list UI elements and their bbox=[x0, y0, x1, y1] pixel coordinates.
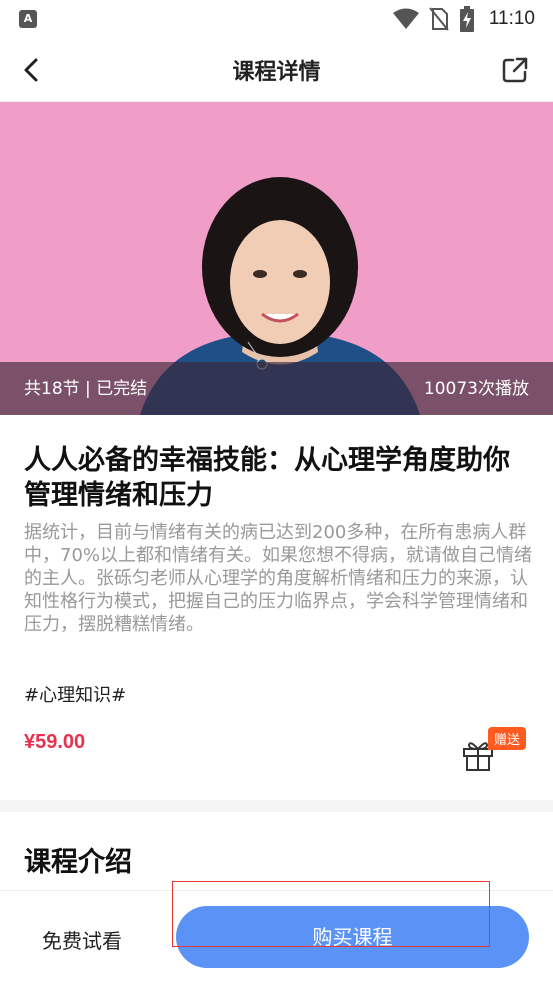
app-notification-icon: A bbox=[19, 10, 37, 28]
course-intro-heading: 课程介绍 bbox=[24, 847, 132, 878]
gift-badge[interactable]: 赠送 bbox=[488, 727, 527, 750]
course-info-section: 人人必备的幸福技能：从心理学角度助你管理情绪和压力 据统计，目前与情绪有关的病已… bbox=[0, 415, 553, 800]
lesson-count-status: 共18节 | 已完结 bbox=[24, 379, 148, 399]
battery-charging-icon bbox=[459, 6, 474, 32]
course-price: ¥59.00 bbox=[24, 731, 86, 753]
wifi-icon bbox=[392, 8, 419, 29]
share-icon[interactable] bbox=[501, 56, 529, 84]
status-icons: 11:10 bbox=[392, 6, 535, 32]
play-count: 10073次播放 bbox=[423, 379, 529, 399]
no-sim-icon bbox=[429, 7, 449, 31]
bottom-action-bar: 免费试看 购买课程 bbox=[0, 890, 553, 983]
course-tag[interactable]: #心理知识# bbox=[24, 681, 126, 707]
buy-course-button[interactable]: 购买课程 bbox=[176, 906, 529, 968]
section-divider bbox=[0, 800, 553, 812]
clock-time: 11:10 bbox=[488, 8, 535, 29]
status-bar: A 11:10 bbox=[0, 0, 553, 38]
course-title: 人人必备的幸福技能：从心理学角度助你管理情绪和压力 bbox=[24, 445, 510, 511]
free-trial-button[interactable]: 免费试看 bbox=[42, 925, 122, 954]
navigation-bar: 课程详情 bbox=[0, 38, 553, 102]
page-title: 课程详情 bbox=[232, 60, 321, 85]
course-cover-banner[interactable]: 共18节 | 已完结 10073次播放 bbox=[0, 102, 553, 415]
course-description: 据统计，目前与情绪有关的病已达到200多种，在所有患病人群中，70%以上都和情绪… bbox=[24, 522, 533, 635]
